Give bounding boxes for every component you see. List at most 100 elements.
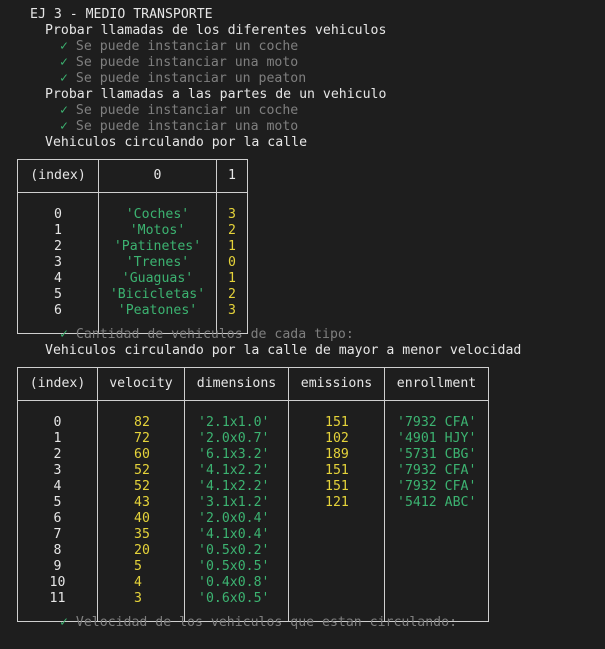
velocity-cell: 4 — [97, 575, 185, 591]
emissions-cell — [288, 559, 385, 575]
vehicle-type-cell: 'Bicicletas' — [98, 287, 217, 303]
test-name: Se puede instanciar un coche — [75, 39, 299, 54]
vehicle-count-cell: 1 — [216, 239, 248, 255]
velocity-cell: 52 — [97, 479, 185, 495]
table-row: 2 'Patinetes' 1 — [17, 239, 248, 255]
table-row: 0 'Coches' 3 — [17, 207, 248, 223]
table-row: 7 35'4.1x0.4' — [17, 527, 489, 543]
emissions-cell: 102 — [288, 431, 385, 447]
table-row: 2 60'6.1x3.2' 189'5731 CBG' — [17, 447, 489, 463]
vehicle-count-table: (index) 0 1 0 'Coches' 3 1 'Motos' 2 2 'Patinet… — [17, 159, 248, 334]
velocity-cell: 43 — [97, 495, 185, 511]
test-line: ✓ Velocidad de los vehiculos que estan c… — [60, 615, 457, 631]
table-row: 4 'Guaguas' 1 — [17, 271, 248, 287]
table-row: 1 72'2.0x0.7' 102'4901 HJY' — [17, 431, 489, 447]
vehicle-count-cell: 2 — [216, 287, 248, 303]
check-icon: ✓ — [60, 55, 68, 70]
group-title-circulando: Vehiculos circulando por la calle — [45, 135, 308, 150]
velocity-cell: 72 — [97, 431, 185, 447]
test-line: ✓ Se puede instanciar un peaton — [60, 71, 306, 87]
vehicle-type-cell: 'Trenes' — [98, 255, 217, 271]
column-header: velocity — [97, 367, 185, 401]
emissions-cell: 151 — [288, 463, 385, 479]
suite-title: EJ 3 - MEDIO TRANSPORTE — [30, 7, 213, 22]
test-line: ✓ Cantidad de vehiculos de cada tipo: — [60, 327, 354, 343]
test-line: ✓ Se puede instanciar una moto — [60, 55, 298, 71]
enrollment-cell — [384, 527, 489, 543]
column-header: emissions — [288, 367, 385, 401]
enrollment-cell: '5412 ABC' — [384, 495, 489, 511]
dimensions-cell: '0.6x0.5' — [184, 591, 289, 607]
emissions-cell: 151 — [288, 415, 385, 431]
vehicle-count-cell: 3 — [216, 207, 248, 223]
column-header: dimensions — [184, 367, 289, 401]
velocity-cell: 5 — [97, 559, 185, 575]
dimensions-cell: '0.4x0.8' — [184, 575, 289, 591]
row-index: 5 — [17, 287, 99, 303]
test-name: Cantidad de vehiculos de cada tipo: — [75, 327, 354, 342]
test-name: Se puede instanciar una moto — [75, 119, 299, 134]
column-header: 1 — [216, 159, 248, 193]
emissions-cell — [288, 511, 385, 527]
dimensions-cell: '2.0x0.7' — [184, 431, 289, 447]
table-row: 3 'Trenes' 0 — [17, 255, 248, 271]
check-icon: ✓ — [60, 103, 68, 118]
enrollment-cell: '7932 CFA' — [384, 463, 489, 479]
test-line: ✓ Se puede instanciar un coche — [60, 39, 298, 55]
velocity-cell: 52 — [97, 463, 185, 479]
column-header: enrollment — [384, 367, 489, 401]
row-index: 4 — [17, 271, 99, 287]
vehicle-type-cell: 'Peatones' — [98, 303, 217, 319]
dimensions-cell: '4.1x2.2' — [184, 479, 289, 495]
table-row: 10 4'0.4x0.8' — [17, 575, 489, 591]
velocity-cell: 40 — [97, 511, 185, 527]
enrollment-cell — [384, 511, 489, 527]
table-row: 5 'Bicicletas' 2 — [17, 287, 248, 303]
vehicle-type-cell: 'Patinetes' — [98, 239, 217, 255]
row-index: 0 — [17, 415, 98, 431]
table-row: 6 40'2.0x0.4' — [17, 511, 489, 527]
table-row: 0 82'2.1x1.0' 151'7932 CFA' — [17, 415, 489, 431]
dimensions-cell: '4.1x0.4' — [184, 527, 289, 543]
enrollment-cell — [384, 543, 489, 559]
enrollment-cell: '7932 CFA' — [384, 479, 489, 495]
table-row: 4 52'4.1x2.2' 151'7932 CFA' — [17, 479, 489, 495]
row-index: 7 — [17, 527, 98, 543]
emissions-cell: 121 — [288, 495, 385, 511]
row-index: 1 — [17, 431, 98, 447]
emissions-cell — [288, 591, 385, 607]
table-row: 5 43'3.1x1.2' 121'5412 ABC' — [17, 495, 489, 511]
row-index: 2 — [17, 239, 99, 255]
check-icon: ✓ — [60, 39, 68, 54]
emissions-cell: 151 — [288, 479, 385, 495]
row-index: 3 — [17, 255, 99, 271]
dimensions-cell: '4.1x2.2' — [184, 463, 289, 479]
group-title-vehiculos: Probar llamadas de los diferentes vehicu… — [45, 23, 387, 38]
vehicle-type-cell: 'Coches' — [98, 207, 217, 223]
group-title-partes: Probar llamadas a las partes de un vehic… — [45, 87, 387, 102]
emissions-cell — [288, 543, 385, 559]
vehicle-type-cell: 'Motos' — [98, 223, 217, 239]
dimensions-cell: '0.5x0.2' — [184, 543, 289, 559]
column-header: (index) — [17, 367, 98, 401]
vehicle-count-cell: 2 — [216, 223, 248, 239]
test-name: Se puede instanciar un coche — [75, 103, 299, 118]
row-index: 0 — [17, 207, 99, 223]
column-header: (index) — [17, 159, 99, 193]
table-row: 11 3'0.6x0.5' — [17, 591, 489, 607]
test-line: ✓ Se puede instanciar un coche — [60, 103, 298, 119]
row-index: 1 — [17, 223, 99, 239]
test-name: Se puede instanciar un peaton — [75, 71, 307, 86]
column-header: 0 — [98, 159, 217, 193]
row-index: 8 — [17, 543, 98, 559]
row-index: 4 — [17, 479, 98, 495]
vehicle-type-cell: 'Guaguas' — [98, 271, 217, 287]
velocity-cell: 82 — [97, 415, 185, 431]
row-index: 9 — [17, 559, 98, 575]
dimensions-cell: '0.5x0.5' — [184, 559, 289, 575]
enrollment-cell — [384, 575, 489, 591]
enrollment-cell — [384, 559, 489, 575]
dimensions-cell: '6.1x3.2' — [184, 447, 289, 463]
enrollment-cell: '5731 CBG' — [384, 447, 489, 463]
table-row: 1 'Motos' 2 — [17, 223, 248, 239]
